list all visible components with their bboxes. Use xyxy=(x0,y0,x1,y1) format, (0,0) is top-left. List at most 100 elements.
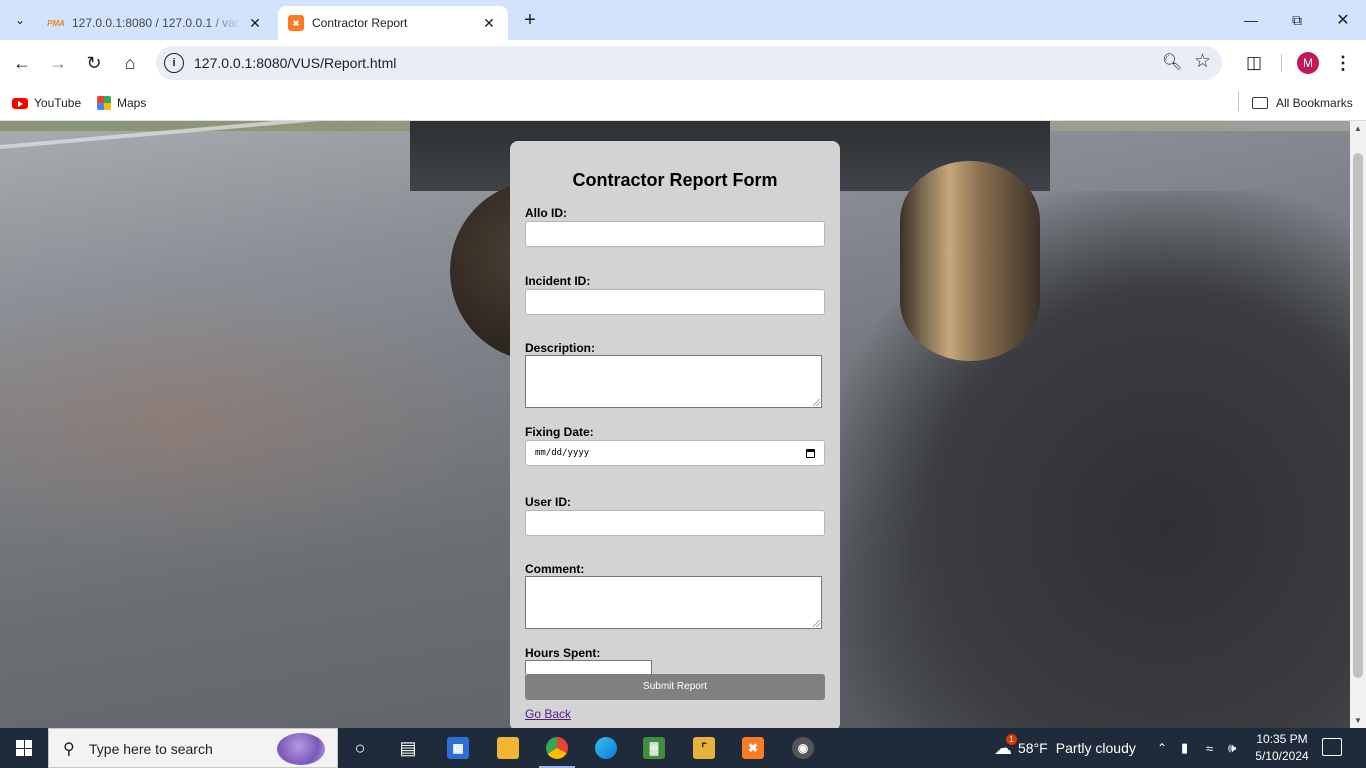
hours-spent-input[interactable] xyxy=(525,660,652,674)
home-button[interactable]: ⌂ xyxy=(116,49,144,77)
bookmark-label: YouTube xyxy=(34,96,82,110)
notification-icon[interactable] xyxy=(1322,738,1342,756)
close-icon: ✕ xyxy=(1336,12,1350,29)
minimize-button[interactable]: — xyxy=(1228,0,1274,40)
comment-textarea[interactable] xyxy=(525,576,822,629)
xampp-icon: ✖ xyxy=(288,15,304,31)
plus-icon: + xyxy=(524,9,536,31)
edge-button[interactable] xyxy=(582,728,630,768)
fixing-date-input[interactable]: mm/dd/yyyy xyxy=(525,440,825,466)
restore-button[interactable]: ⧉ xyxy=(1274,0,1320,40)
chevron-down-icon: ⌄ xyxy=(14,13,26,27)
description-label: Description: xyxy=(525,341,596,355)
bookmark-label: Maps xyxy=(117,96,147,110)
close-icon[interactable]: ✕ xyxy=(246,15,264,32)
comment-label: Comment: xyxy=(525,562,585,576)
new-tab-button[interactable]: + xyxy=(518,9,542,33)
extensions-button[interactable]: ◫ xyxy=(1241,51,1267,75)
bookmarks-divider xyxy=(1238,91,1239,111)
page-scrollbar[interactable]: ▲ ▼ xyxy=(1350,121,1366,728)
scroll-thumb[interactable] xyxy=(1353,153,1363,678)
taskbar-clock[interactable]: 10:35 PM 5/10/2024 xyxy=(1250,731,1314,765)
date-placeholder: mm/dd/yyyy xyxy=(535,448,590,458)
weather-badge: 1 xyxy=(1006,734,1017,745)
minimize-icon: — xyxy=(1244,12,1258,28)
phpmyadmin-icon: PMA xyxy=(47,18,65,28)
window-close-button[interactable]: ✕ xyxy=(1320,0,1366,40)
clock-date: 5/10/2024 xyxy=(1255,749,1309,763)
all-bookmarks-label: All Bookmarks xyxy=(1276,96,1353,110)
wifi-icon[interactable]: ≈ xyxy=(1206,728,1213,768)
cortana-button[interactable]: ○ xyxy=(336,728,384,768)
spreadsheet-icon: ▓ xyxy=(643,737,665,759)
profile-avatar[interactable]: M xyxy=(1297,52,1319,74)
youtube-icon xyxy=(12,97,28,109)
home-icon: ⌂ xyxy=(124,52,136,73)
circle-icon: ○ xyxy=(354,737,366,758)
toolbar-divider xyxy=(1281,54,1282,72)
url-text[interactable]: 127.0.0.1:8080/VUS/Report.html xyxy=(194,55,396,71)
bookmark-youtube[interactable]: YouTube xyxy=(12,92,81,114)
browser-menu-button[interactable]: ⋮ xyxy=(1333,51,1353,75)
file-explorer-button[interactable] xyxy=(484,728,532,768)
incident-id-input[interactable] xyxy=(525,289,825,315)
background-roller-drum xyxy=(900,161,1040,361)
back-button[interactable]: ← xyxy=(8,49,36,77)
taskbar-search[interactable]: ⚲ Type here to search xyxy=(48,728,338,768)
edge-icon xyxy=(595,737,617,759)
contractor-report-form: Contractor Report Form Allo ID: Incident… xyxy=(510,141,840,728)
scroll-up-icon[interactable]: ▲ xyxy=(1350,124,1366,133)
clock-time: 10:35 PM xyxy=(1256,732,1308,746)
bookmarks-bar: YouTube Maps All Bookmarks xyxy=(0,86,1366,121)
task-view-button[interactable]: ▤ xyxy=(384,728,432,768)
chrome-button[interactable] xyxy=(533,728,581,768)
description-textarea[interactable] xyxy=(525,355,822,408)
show-hidden-icons-button[interactable]: ⌃ xyxy=(1157,728,1167,768)
folder-icon xyxy=(1252,97,1268,109)
xampp-button[interactable]: ✖ xyxy=(729,728,777,768)
user-id-input[interactable] xyxy=(525,510,825,536)
address-bar[interactable]: i 127.0.0.1:8080/VUS/Report.html 🔍︎ ☆ xyxy=(156,46,1222,80)
tab-strip: ⌄ PMA 127.0.0.1:8080 / 127.0.0.1 / vand … xyxy=(0,0,1366,40)
tab-contractor-report[interactable]: ✖ Contractor Report ✕ xyxy=(278,6,508,40)
form-title: Contractor Report Form xyxy=(572,170,778,190)
maps-icon xyxy=(97,96,111,110)
start-button[interactable] xyxy=(0,728,48,768)
browser-toolbar: ← → ↻ ⌂ i 127.0.0.1:8080/VUS/Report.html… xyxy=(0,40,1366,86)
weather-widget[interactable]: ☁ 1 58°F Partly cloudy xyxy=(994,728,1136,768)
windows-taskbar: ⚲ Type here to search ○ ▤ ▦ ▓ ⌜ ✖ ◉ ☁ 1 … xyxy=(0,728,1366,768)
arrow-right-icon: → xyxy=(49,52,67,73)
xampp-icon: ✖ xyxy=(742,737,764,759)
media-button[interactable]: ◉ xyxy=(779,728,827,768)
forward-button[interactable]: → xyxy=(44,49,72,77)
tab-title: Contractor Report xyxy=(312,16,408,30)
zoom-icon[interactable]: 🔍︎ xyxy=(1162,52,1182,72)
go-back-link[interactable]: Go Back xyxy=(525,707,571,721)
search-highlight-art xyxy=(277,733,325,765)
tab-title: 127.0.0.1:8080 / 127.0.0.1 / vand xyxy=(72,16,242,30)
page-viewport: Contractor Report Form Allo ID: Incident… xyxy=(0,121,1350,728)
volume-icon[interactable]: 🕪︎ xyxy=(1228,728,1236,768)
site-info-icon[interactable]: i xyxy=(164,53,184,73)
user-id-label: User ID: xyxy=(525,495,572,509)
tool-icon: ⌜ xyxy=(693,737,715,759)
tab-phpmyadmin[interactable]: PMA 127.0.0.1:8080 / 127.0.0.1 / vand ✕ xyxy=(38,6,274,40)
battery-icon[interactable]: ▮ xyxy=(1181,728,1188,768)
search-icon: ⚲ xyxy=(63,741,75,758)
scroll-down-icon[interactable]: ▼ xyxy=(1350,716,1366,725)
reload-button[interactable]: ↻ xyxy=(80,49,108,77)
app-button[interactable]: ▓ xyxy=(630,728,678,768)
submit-report-button[interactable]: Submit Report xyxy=(525,674,825,700)
allo-id-input[interactable] xyxy=(525,221,825,247)
tab-search-button[interactable]: ⌄ xyxy=(8,8,32,32)
store-button[interactable]: ▦ xyxy=(434,728,482,768)
bookmark-maps[interactable]: Maps xyxy=(97,92,146,114)
chrome-icon xyxy=(546,737,568,759)
disc-icon: ◉ xyxy=(792,737,814,759)
calendar-icon[interactable] xyxy=(806,449,815,458)
app-button[interactable]: ⌜ xyxy=(680,728,728,768)
close-icon[interactable]: ✕ xyxy=(480,15,498,32)
all-bookmarks-button[interactable]: All Bookmarks xyxy=(1252,92,1353,114)
arrow-left-icon: ← xyxy=(13,52,31,73)
bookmark-star-icon[interactable]: ☆ xyxy=(1194,50,1211,73)
